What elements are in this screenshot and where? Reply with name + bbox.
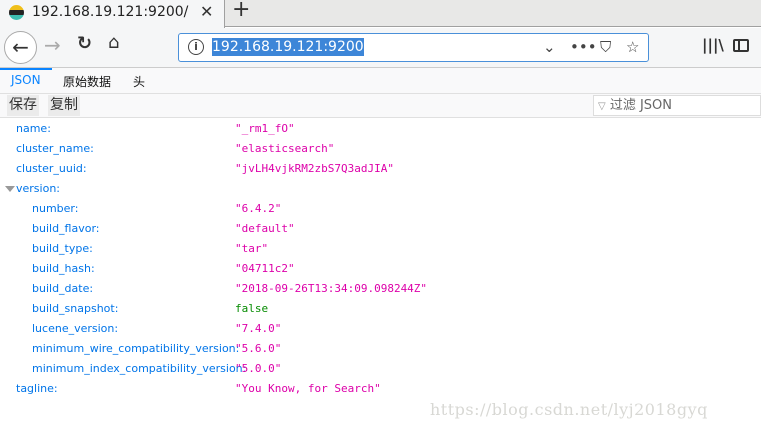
json-key: cluster_name: [16, 142, 94, 155]
active-tab-indicator [0, 68, 52, 70]
home-icon[interactable]: ⌂ [108, 32, 119, 53]
library-icon[interactable]: |||\ [702, 36, 724, 54]
save-button[interactable]: 保存 [7, 95, 39, 116]
reload-icon[interactable]: ↻ [77, 33, 92, 54]
json-row[interactable]: build_flavor: "default" [0, 219, 761, 239]
sidebar-icon[interactable] [733, 39, 749, 52]
json-value: "_rm1_fO" [235, 122, 295, 135]
json-toolbar: 保存 复制 ▽ 过滤 JSON [0, 94, 761, 118]
star-icon[interactable]: ☆ [626, 38, 639, 56]
filter-placeholder: 过滤 JSON [609, 98, 673, 113]
tab-title: 192.168.19.121:9200/ [32, 4, 189, 20]
chevron-down-icon[interactable]: ⌄ [543, 38, 556, 56]
json-key: cluster_uuid: [16, 162, 87, 175]
json-row[interactable]: name: "_rm1_fO" [0, 119, 761, 139]
json-value: "5.0.0" [235, 362, 282, 375]
json-value: "jvLH4vjkRM2zbS7Q3adJIA" [235, 162, 394, 175]
elastic-favicon-icon [9, 5, 24, 20]
json-value: "default" [235, 222, 295, 235]
json-key: name: [16, 122, 51, 135]
json-value: "You Know, for Search" [235, 382, 381, 395]
tab-headers[interactable]: 头 [133, 73, 145, 90]
json-key: minimum_index_compatibility_version: [32, 362, 247, 375]
json-row[interactable]: build_hash: "04711c2" [0, 259, 761, 279]
json-key: build_date: [32, 282, 94, 295]
json-value: "6.4.2" [235, 202, 282, 215]
json-row[interactable]: build_date: "2018-09-26T13:34:09.098244Z" [0, 279, 761, 299]
json-key: build_flavor: [32, 222, 100, 235]
forward-icon[interactable]: → [44, 33, 61, 57]
json-row[interactable]: tagline: "You Know, for Search" [0, 379, 761, 399]
close-tab-icon[interactable]: ✕ [200, 2, 213, 21]
json-row[interactable]: lucene_version: "7.4.0" [0, 319, 761, 339]
filter-json-input[interactable]: ▽ 过滤 JSON [593, 95, 761, 116]
new-tab-icon[interactable]: + [232, 0, 250, 22]
nav-bar: ← → ↻ ⌂ i 192.168.19.121:9200 ⌄ ••• ⛉ ☆ … [0, 28, 761, 68]
info-icon[interactable]: i [188, 39, 204, 55]
url-text[interactable]: 192.168.19.121:9200 [212, 38, 364, 56]
json-key: build_snapshot: [32, 302, 119, 315]
json-row[interactable]: build_snapshot: false [0, 299, 761, 319]
tab-raw-data[interactable]: 原始数据 [63, 73, 111, 90]
json-row[interactable]: minimum_index_compatibility_version: "5.0… [0, 359, 761, 379]
json-value: false [235, 302, 269, 315]
json-value: "tar" [235, 242, 269, 255]
json-row[interactable]: build_type: "tar" [0, 239, 761, 259]
filter-icon: ▽ [598, 101, 606, 112]
json-row[interactable]: cluster_uuid: "jvLH4vjkRM2zbS7Q3adJIA" [0, 159, 761, 179]
watermark: https://blog.csdn.net/lyj2018gyq [430, 400, 708, 419]
more-icon[interactable]: ••• [570, 38, 597, 56]
json-row[interactable]: version: [0, 179, 761, 199]
back-icon[interactable]: ← [4, 31, 37, 64]
json-row[interactable]: cluster_name: "elasticsearch" [0, 139, 761, 159]
json-value: "elasticsearch" [235, 142, 335, 155]
collapse-triangle-icon[interactable] [5, 186, 15, 192]
viewer-tabs: JSON 原始数据 头 [0, 68, 761, 94]
json-row[interactable]: number: "6.4.2" [0, 199, 761, 219]
tab-strip: 192.168.19.121:9200/ ✕ + [0, 0, 761, 28]
json-value: "7.4.0" [235, 322, 282, 335]
json-key: minimum_wire_compatibility_version: [32, 342, 240, 355]
json-row[interactable]: minimum_wire_compatibility_version: "5.6.… [0, 339, 761, 359]
json-key: number: [32, 202, 79, 215]
json-value: "04711c2" [235, 262, 295, 275]
json-key: tagline: [16, 382, 58, 395]
browser-tab[interactable]: 192.168.19.121:9200/ ✕ [0, 0, 225, 28]
json-key: build_type: [32, 242, 93, 255]
json-value: "5.6.0" [235, 342, 282, 355]
copy-button[interactable]: 复制 [48, 95, 80, 116]
json-key: build_hash: [32, 262, 95, 275]
json-key: lucene_version: [32, 322, 119, 335]
pocket-icon[interactable]: ⛉ [600, 38, 611, 56]
address-bar[interactable]: i 192.168.19.121:9200 ⌄ ••• ⛉ ☆ [178, 33, 649, 62]
json-value: "2018-09-26T13:34:09.098244Z" [235, 282, 428, 295]
json-key: version: [16, 182, 60, 195]
tab-json[interactable]: JSON [11, 73, 41, 87]
